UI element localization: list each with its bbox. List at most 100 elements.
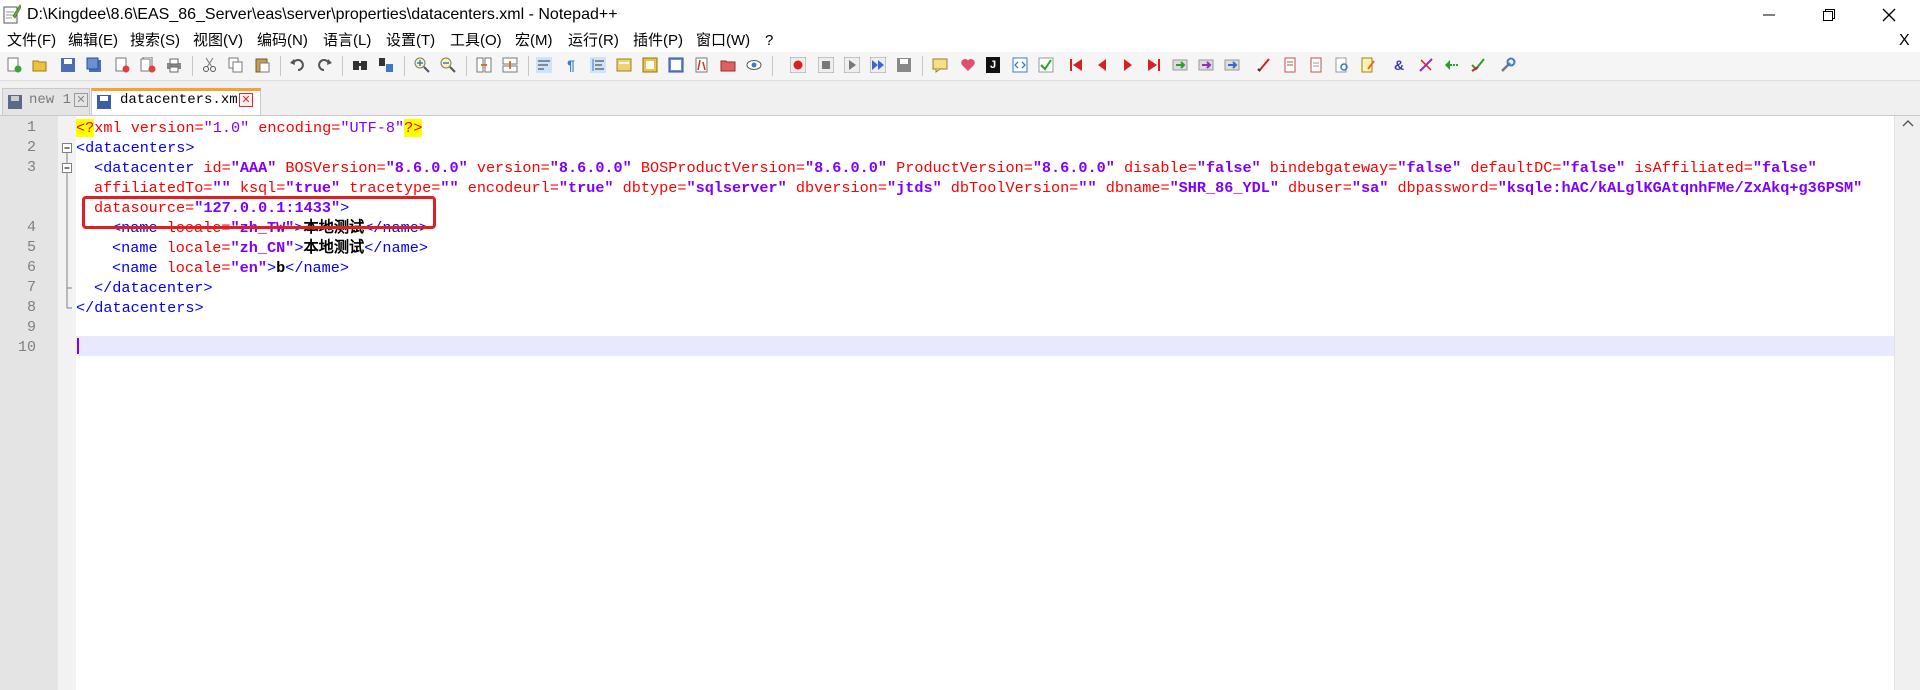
menu-encoding[interactable]: 编码(N) [257,30,308,52]
paste-icon[interactable] [254,57,270,73]
menu-view[interactable]: 视图(V) [193,30,243,52]
vertical-scrollbar[interactable] [1894,116,1920,690]
code-token: "" [440,179,459,197]
new-file-icon[interactable] [6,57,22,73]
close-window-button[interactable] [1860,0,1918,30]
plugin-tool-icon[interactable] [1418,57,1434,73]
tab-new-1[interactable]: new 1 ✕ [2,88,90,115]
plugin-next-icon[interactable] [1120,57,1136,73]
menu-macro[interactable]: 宏(M) [515,30,553,52]
menu-plugins[interactable]: 插件(P) [633,30,683,52]
zoom-out-icon[interactable] [440,57,456,73]
menu-run[interactable]: 运行(R) [568,30,619,52]
toolbar-separator [922,56,923,76]
folder-as-workspace-icon[interactable] [694,57,710,73]
redo-icon[interactable] [316,57,332,73]
plugin-json-icon[interactable]: J [986,57,1000,73]
plugin-back-green-icon[interactable] [1444,57,1460,73]
close-document-button[interactable]: X [1899,30,1910,52]
undo-icon[interactable] [290,57,306,73]
word-wrap-icon[interactable] [536,57,552,73]
plugin-doc-red-icon[interactable] [1282,57,1298,73]
toolbar: ¶ J & [0,52,1920,81]
play-macro-icon[interactable] [844,57,860,73]
line-number: 7 [26,279,36,296]
user-defined-language-icon[interactable] [616,57,632,73]
plugin-check-icon[interactable] [1038,57,1054,73]
run-macro-multiple-icon[interactable] [870,57,886,73]
fold-minus-icon[interactable] [62,143,72,153]
code-token: encodeurl= [458,179,559,197]
record-macro-icon[interactable] [790,57,806,73]
editor-pane[interactable]: 1 2 3 4 5 6 7 8 9 10 <?xml version="1.0"… [0,116,1920,690]
toolbar-separator [280,56,281,76]
code-token: "false" [1397,159,1462,177]
plugin-code-icon[interactable] [1012,57,1028,73]
code-text-area[interactable]: <?xml version="1.0" encoding="UTF-8"?> <… [76,116,1894,690]
cut-icon[interactable] [202,57,218,73]
save-macro-icon[interactable] [896,57,912,73]
document-map-icon[interactable] [642,57,658,73]
zoom-in-icon[interactable] [414,57,430,73]
tab-close-icon[interactable]: ✕ [239,93,253,107]
plugin-first-icon[interactable] [1068,57,1084,73]
restore-button[interactable] [1800,0,1858,30]
close-file-icon[interactable] [114,57,130,73]
tab-close-icon[interactable]: ✕ [74,93,88,107]
plugin-edit-doc-icon[interactable] [1360,57,1376,73]
code-token: <datacenters> [76,139,195,157]
menu-help[interactable]: ? [765,30,773,52]
menu-window[interactable]: 窗口(W) [696,30,750,52]
scroll-up-arrow-icon[interactable] [1902,119,1914,127]
plugin-comment-icon[interactable] [932,57,948,73]
plugin-wrench-icon[interactable] [1500,57,1516,73]
window-title: D:\Kingdee\8.6\EAS_86_Server\eas\server\… [27,6,618,23]
plugin-check-red-icon[interactable] [1470,57,1486,73]
indent-guide-icon[interactable] [590,57,606,73]
code-token: locale= [157,259,231,277]
menu-search[interactable]: 搜索(S) [130,30,180,52]
code-token: <datacenter [94,159,195,177]
plugin-pen-icon[interactable] [1256,57,1272,73]
plugin-ampersand-icon[interactable]: & [1390,55,1408,75]
toolbar-separator [466,56,467,76]
monitoring-eye-icon[interactable] [746,57,762,73]
open-file-icon[interactable] [32,57,48,73]
tab-datacenters-xml[interactable]: datacenters.xml ✕ [91,88,261,115]
code-token: "true" [285,179,341,197]
plugin-last-icon[interactable] [1146,57,1162,73]
save-icon[interactable] [60,57,76,73]
show-all-characters-icon[interactable]: ¶ [562,55,580,75]
print-icon[interactable] [166,57,182,73]
plugin-blue-arrow-icon[interactable] [1224,57,1240,73]
plugin-purple-arrow-icon[interactable] [1198,57,1214,73]
menu-tools[interactable]: 工具(O) [450,30,502,52]
line-number: 5 [26,239,36,256]
stop-macro-icon[interactable] [818,57,834,73]
find-icon[interactable] [352,57,368,73]
plugin-heart-icon[interactable] [960,57,976,73]
code-token: <name [112,239,158,257]
menu-language[interactable]: 语言(L) [323,30,371,52]
menu-bar: 文件(F) 编辑(E) 搜索(S) 视图(V) 编码(N) 语言(L) 设置(T… [0,30,1920,52]
copy-icon[interactable] [228,57,244,73]
menu-settings[interactable]: 设置(T) [386,30,435,52]
menu-edit[interactable]: 编辑(E) [68,30,118,52]
plugin-green-arrow-icon[interactable] [1172,57,1188,73]
function-list-icon[interactable] [668,57,684,73]
code-token: "1.0" [203,119,250,137]
sync-horizontal-icon[interactable] [502,57,518,73]
replace-icon[interactable] [378,57,394,73]
folder-icon[interactable] [720,57,736,73]
fold-minus-icon[interactable] [62,163,72,173]
sync-vertical-icon[interactable] [476,57,492,73]
plugin-prev-icon[interactable] [1094,57,1110,73]
code-token: "8.6.0.0" [1032,159,1115,177]
code-token: ProductVersion= [886,159,1033,177]
save-all-icon[interactable] [86,57,102,73]
plugin-doc-icon[interactable] [1308,57,1324,73]
plugin-search-doc-icon[interactable] [1334,57,1350,73]
minimize-button[interactable] [1740,0,1798,30]
menu-file[interactable]: 文件(F) [7,30,56,52]
close-all-icon[interactable] [140,57,156,73]
